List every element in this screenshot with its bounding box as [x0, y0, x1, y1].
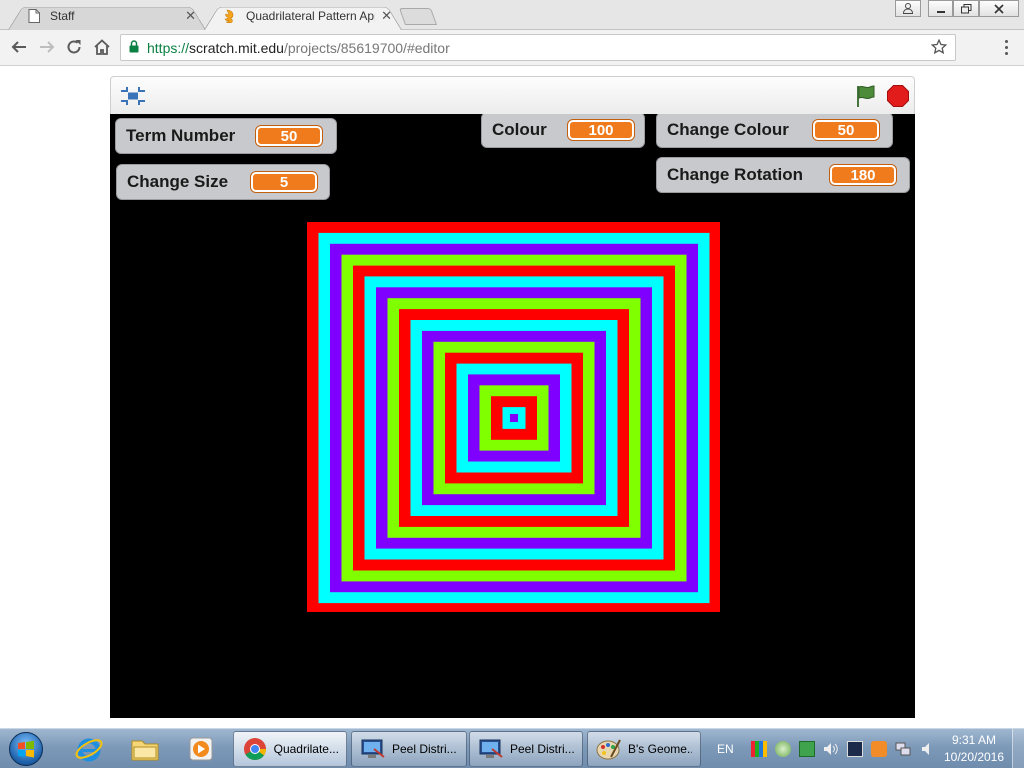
url-host: scratch.mit.edu: [189, 39, 284, 56]
monitor-change-rotation[interactable]: Change Rotation 180: [656, 157, 910, 193]
tab-quadrilateral[interactable]: Quadrilateral Pattern App ✕: [204, 2, 402, 31]
chrome-menu-icon[interactable]: [996, 36, 1016, 58]
windows-logo-icon: [9, 732, 43, 766]
stop-sign-icon[interactable]: [885, 83, 911, 109]
internet-explorer-icon[interactable]: [62, 731, 116, 767]
project-stage[interactable]: Term Number 50 Change Size 5 Colour 100 …: [110, 114, 915, 718]
monitor-value: 100: [568, 120, 634, 140]
fullscreen-toggle-icon[interactable]: [119, 84, 147, 108]
paint-palette-icon: [596, 736, 622, 762]
clock-time: 9:31 AM: [951, 733, 997, 747]
monitor-term-number[interactable]: Term Number 50: [115, 118, 337, 154]
user-profile-icon[interactable]: [895, 0, 921, 17]
monitor-change-colour[interactable]: Change Colour 50: [656, 114, 893, 148]
home-icon[interactable]: [91, 36, 113, 58]
monitor-label: Colour: [492, 120, 547, 139]
taskbar-item-label: Peel Distri...: [510, 742, 574, 756]
taskbar-item-label: Peel Distri...: [392, 742, 457, 756]
show-desktop-button[interactable]: [1012, 729, 1024, 768]
chrome-icon: [242, 736, 268, 762]
monitor-colour[interactable]: Colour 100: [481, 114, 645, 148]
lock-icon: [129, 39, 139, 56]
monitor-label: Change Size: [127, 172, 229, 191]
monitor-value: 50: [256, 126, 322, 146]
remote-desktop-icon: [478, 736, 504, 762]
taskbar-clock[interactable]: 9:31 AM 10/20/2016: [940, 732, 1008, 766]
address-bar[interactable]: https://scratch.mit.edu/projects/8561970…: [120, 34, 956, 61]
monitor-label: Change Rotation: [667, 165, 803, 184]
close-tab-icon[interactable]: ✕: [381, 8, 392, 24]
close-window-button[interactable]: [979, 0, 1019, 17]
taskbar-item-paint[interactable]: B's Geome...: [587, 731, 701, 767]
taskbar-item-label: B's Geome...: [628, 742, 692, 756]
tab-staff[interactable]: Staff ✕: [8, 2, 206, 31]
reload-icon[interactable]: [63, 36, 85, 58]
file-explorer-icon[interactable]: [118, 731, 172, 767]
tab-title: Staff: [50, 9, 75, 23]
windows-taskbar: Quadrilate... Peel Distri... Peel Distri…: [0, 728, 1024, 768]
tab-strip: Staff ✕ Quadrilateral Pattern App ✕: [0, 0, 1024, 31]
network-icon[interactable]: [895, 741, 911, 757]
app-tray-icon[interactable]: [871, 741, 887, 757]
close-tab-icon[interactable]: ✕: [185, 8, 196, 24]
start-button[interactable]: [4, 730, 48, 768]
restore-button[interactable]: [953, 0, 979, 17]
minimize-button[interactable]: [928, 0, 953, 17]
settings-gear-tray-icon[interactable]: [775, 741, 791, 757]
monitor-change-size[interactable]: Change Size 5: [116, 164, 330, 200]
quadrilateral-pattern: [307, 222, 720, 612]
scratch-logo-icon: [222, 8, 238, 24]
taskbar-item-remote-1[interactable]: Peel Distri...: [351, 731, 467, 767]
url-scheme: https://: [147, 39, 190, 56]
forward-icon[interactable]: [36, 36, 58, 58]
new-tab-button[interactable]: [398, 8, 438, 25]
monitor-label: Term Number: [126, 126, 236, 145]
volume-icon[interactable]: [823, 741, 839, 757]
back-icon[interactable]: [8, 36, 30, 58]
url-path: /projects/85619700/#editor: [283, 39, 450, 56]
taskbar-item-chrome[interactable]: Quadrilate...: [233, 731, 347, 767]
clock-date: 10/20/2016: [943, 750, 1005, 764]
browser-toolbar: https://scratch.mit.edu/projects/8561970…: [0, 30, 1024, 66]
monitor-tray-icon[interactable]: [847, 741, 863, 757]
bookmark-star-icon[interactable]: [930, 38, 948, 58]
speaker-icon[interactable]: [919, 741, 935, 757]
green-flag-icon[interactable]: [853, 83, 879, 109]
taskbar-item-remote-2[interactable]: Peel Distri...: [469, 731, 583, 767]
security-shield-tray-icon[interactable]: [799, 741, 815, 757]
media-player-icon[interactable]: [174, 731, 228, 767]
monitor-value: 50: [813, 120, 879, 140]
player-controls-bar: [110, 76, 915, 114]
remote-desktop-icon: [360, 736, 386, 762]
pattern-center: [510, 414, 518, 422]
language-indicator[interactable]: EN: [717, 742, 747, 756]
tab-title: Quadrilateral Pattern App: [246, 9, 376, 23]
windows-flag-tray-icon[interactable]: [751, 741, 767, 757]
monitor-label: Change Colour: [667, 120, 789, 139]
document-icon: [26, 8, 42, 24]
monitor-value: 180: [830, 165, 896, 185]
taskbar-item-label: Quadrilate...: [273, 742, 338, 756]
monitor-value: 5: [251, 172, 317, 192]
